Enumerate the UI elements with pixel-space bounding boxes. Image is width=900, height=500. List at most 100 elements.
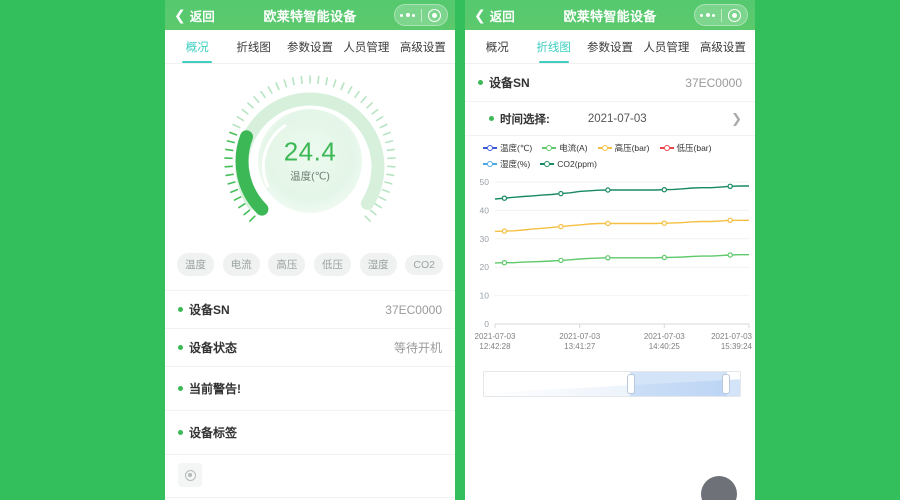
tab-label: 高级设置 xyxy=(699,41,746,54)
temperature-gauge-panel: 24.4 温度(℃) xyxy=(165,64,455,249)
row-device-sn[interactable]: 设备SN 37EC0000 xyxy=(165,291,455,329)
chip-low-pressure[interactable]: 低压 xyxy=(314,253,352,276)
series-line-0 xyxy=(494,185,749,200)
tab-advanced-settings[interactable]: 高级设置 xyxy=(395,30,451,63)
svg-text:13:41:27: 13:41:27 xyxy=(564,342,596,351)
legend-item-5[interactable]: CO2(ppm) xyxy=(540,158,597,170)
time-selector-row[interactable]: 时间选择: 2021-07-03 ❯ xyxy=(465,102,755,136)
time-selector-value: 2021-07-03 xyxy=(587,112,647,125)
tab-overview[interactable]: 概况 xyxy=(469,30,525,63)
back-label: 返回 xyxy=(189,9,215,24)
legend-item-3[interactable]: 低压(bar) xyxy=(659,142,712,154)
tab-parameter-settings[interactable]: 参数设置 xyxy=(582,30,638,63)
mini-program-capsule xyxy=(394,4,448,26)
bullet-dot-icon xyxy=(478,80,483,85)
row-label: 设备标签 xyxy=(189,426,238,440)
svg-text:40: 40 xyxy=(480,205,490,215)
row-value: 37EC0000 xyxy=(385,302,442,317)
svg-text:30: 30 xyxy=(480,234,490,244)
add-tag-row xyxy=(165,455,455,498)
tab-label: 参数设置 xyxy=(587,41,634,54)
gauge-unit-label: 温度(℃) xyxy=(290,170,330,183)
svg-text:14:40:25: 14:40:25 xyxy=(649,342,681,351)
legend-marker-icon xyxy=(483,161,497,167)
metric-chip-row: 温度 电流 高压 低压 湿度 CO2 xyxy=(165,249,455,290)
chip-current[interactable]: 电流 xyxy=(222,253,260,276)
svg-text:12:42:28: 12:42:28 xyxy=(479,342,511,351)
chip-temperature[interactable]: 温度 xyxy=(177,253,214,276)
data-zoom-slider[interactable] xyxy=(483,371,741,397)
tab-label: 人员管理 xyxy=(643,41,690,54)
temperature-gauge: 24.4 温度(℃) xyxy=(210,69,410,244)
svg-text:0: 0 xyxy=(484,319,489,329)
tab-overview[interactable]: 概况 xyxy=(169,30,225,63)
left-device-overview-screen: ❮ 返回 欧莱特智能设备 概况 折线图 参数设置 人员管理 高级设置 24.4 … xyxy=(165,0,455,500)
svg-text:15:39:24: 15:39:24 xyxy=(721,342,753,351)
row-label: 当前警告! xyxy=(189,382,241,396)
chip-high-pressure[interactable]: 高压 xyxy=(268,253,306,276)
legend-marker-icon xyxy=(483,145,497,151)
row-current-alarm[interactable]: 当前警告! xyxy=(165,367,455,411)
tab-advanced-settings[interactable]: 高级设置 xyxy=(695,30,751,63)
more-dots-icon[interactable] xyxy=(695,13,721,17)
gauge-readout: 24.4 温度(℃) xyxy=(250,137,370,184)
slider-handle-right[interactable] xyxy=(721,374,730,394)
scroll-top-fab[interactable] xyxy=(701,476,737,500)
legend-item-0[interactable]: 温度(℃) xyxy=(483,142,532,154)
row-device-status[interactable]: 设备状态 等待开机 xyxy=(165,329,455,367)
chevron-left-icon: ❮ xyxy=(474,7,486,23)
back-button[interactable]: ❮ 返回 xyxy=(474,6,515,25)
row-device-sn[interactable]: 设备SN 37EC0000 xyxy=(465,64,755,102)
tab-label: 人员管理 xyxy=(343,41,390,54)
target-circle-icon[interactable] xyxy=(721,8,747,22)
chip-co2[interactable]: CO2 xyxy=(405,254,443,275)
target-circle-icon[interactable] xyxy=(421,8,447,22)
back-label: 返回 xyxy=(489,9,515,24)
more-dots-icon[interactable] xyxy=(395,13,421,17)
tab-parameter-settings[interactable]: 参数设置 xyxy=(282,30,338,63)
tab-line-chart[interactable]: 折线图 xyxy=(525,30,581,63)
legend-label: CO2(ppm) xyxy=(557,159,597,169)
left-nav-bar: ❮ 返回 欧莱特智能设备 xyxy=(165,0,455,30)
tab-label: 参数设置 xyxy=(287,41,334,54)
back-button[interactable]: ❮ 返回 xyxy=(174,6,215,25)
legend-item-2[interactable]: 高压(bar) xyxy=(597,142,650,154)
row-label: 设备SN xyxy=(189,303,230,317)
legend-marker-icon xyxy=(659,145,674,151)
chip-humidity[interactable]: 湿度 xyxy=(359,253,397,276)
right-tab-bar: 概况 折线图 参数设置 人员管理 高级设置 xyxy=(465,30,755,64)
legend-item-4[interactable]: 湿度(%) xyxy=(483,158,530,170)
legend-label: 高压(bar) xyxy=(614,143,650,153)
legend-item-1[interactable]: 电流(A) xyxy=(542,142,588,154)
legend-marker-icon xyxy=(597,145,612,151)
row-value: 等待开机 xyxy=(393,341,442,355)
tab-line-chart[interactable]: 折线图 xyxy=(225,30,281,63)
svg-text:2021-07-03: 2021-07-03 xyxy=(475,332,516,341)
chevron-right-icon[interactable]: ❯ xyxy=(731,111,742,127)
row-device-tag[interactable]: 设备标签 xyxy=(165,411,455,455)
legend-label: 低压(bar) xyxy=(676,143,712,153)
series-line-2 xyxy=(494,253,749,264)
svg-text:2021-07-03: 2021-07-03 xyxy=(559,332,600,341)
svg-text:10: 10 xyxy=(480,291,490,301)
bullet-dot-icon xyxy=(178,430,183,435)
slider-handle-left[interactable] xyxy=(627,374,636,394)
right-line-chart-screen: ❮ 返回 欧莱特智能设备 概况 折线图 参数设置 人员管理 高级设置 设备SN … xyxy=(465,0,755,500)
tab-label: 折线图 xyxy=(236,41,271,54)
add-circle-icon[interactable] xyxy=(178,463,202,487)
bullet-dot-icon xyxy=(178,386,183,391)
slider-selection[interactable] xyxy=(629,372,728,396)
tab-label: 高级设置 xyxy=(399,41,446,54)
tab-label: 折线图 xyxy=(536,41,571,54)
bullet-dot-icon xyxy=(489,116,494,121)
tab-personnel-management[interactable]: 人员管理 xyxy=(638,30,694,63)
svg-text:2021-07-03: 2021-07-03 xyxy=(711,332,752,341)
device-info-list: 设备SN 37EC0000 设备状态 等待开机 当前警告! 设备标签 xyxy=(165,290,455,498)
legend-label: 电流(A) xyxy=(559,143,588,153)
tab-personnel-management[interactable]: 人员管理 xyxy=(338,30,394,63)
legend-label: 温度(℃) xyxy=(500,143,533,153)
right-nav-bar: ❮ 返回 欧莱特智能设备 xyxy=(465,0,755,30)
chevron-left-icon: ❮ xyxy=(174,7,186,23)
legend-marker-icon xyxy=(540,161,555,167)
tab-label: 概况 xyxy=(485,41,509,54)
